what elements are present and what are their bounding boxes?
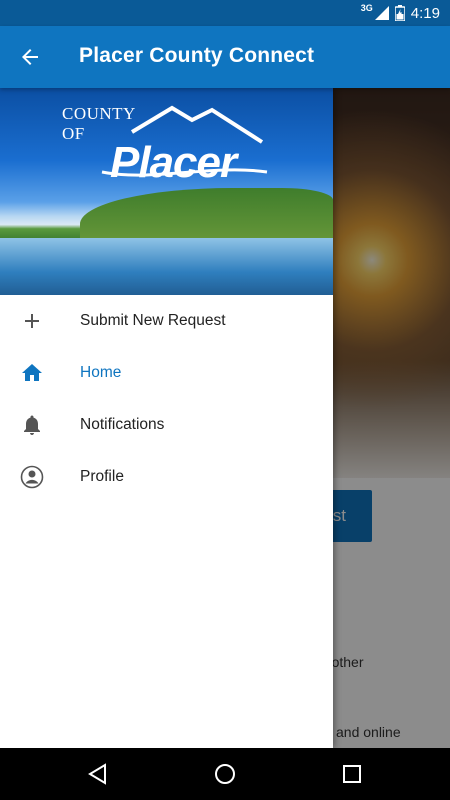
home-circle-icon[interactable]	[213, 762, 237, 786]
navigation-drawer: COUNTY OF Placer Submit New Request Home…	[0, 88, 333, 748]
app-title: Placer County Connect	[79, 44, 315, 67]
menu-item-profile[interactable]: Profile	[0, 451, 333, 503]
menu-item-label: Submit New Request	[80, 312, 226, 329]
plus-icon	[25, 314, 39, 328]
menu-item-label: Home	[80, 364, 122, 381]
account-icon	[20, 465, 44, 489]
menu-item-notifications[interactable]: Notifications	[0, 399, 333, 451]
drawer-menu: Submit New Request Home Notifications Pr…	[0, 295, 333, 503]
menu-item-home[interactable]: Home	[0, 347, 333, 399]
app-bar: Placer County Connect	[0, 26, 450, 88]
system-nav-bar	[0, 748, 450, 800]
lake-decoration	[0, 238, 333, 295]
menu-item-label: Notifications	[80, 416, 165, 433]
home-icon	[22, 364, 42, 381]
drawer-header-image: COUNTY OF Placer	[0, 88, 333, 295]
logo-placer-text: Placer	[110, 138, 237, 187]
recents-square-icon[interactable]	[340, 762, 364, 786]
network-type: 3G	[360, 3, 373, 13]
menu-item-submit-new-request[interactable]: Submit New Request	[0, 295, 333, 347]
bell-icon	[24, 415, 40, 435]
back-arrow-icon[interactable]	[18, 45, 42, 69]
clock: 4:19	[410, 4, 440, 22]
back-triangle-icon[interactable]	[86, 762, 110, 786]
status-bar: 3G 4:19	[0, 0, 450, 26]
menu-item-label: Profile	[80, 468, 124, 485]
signal-icon	[374, 6, 389, 20]
battery-icon	[394, 5, 405, 21]
